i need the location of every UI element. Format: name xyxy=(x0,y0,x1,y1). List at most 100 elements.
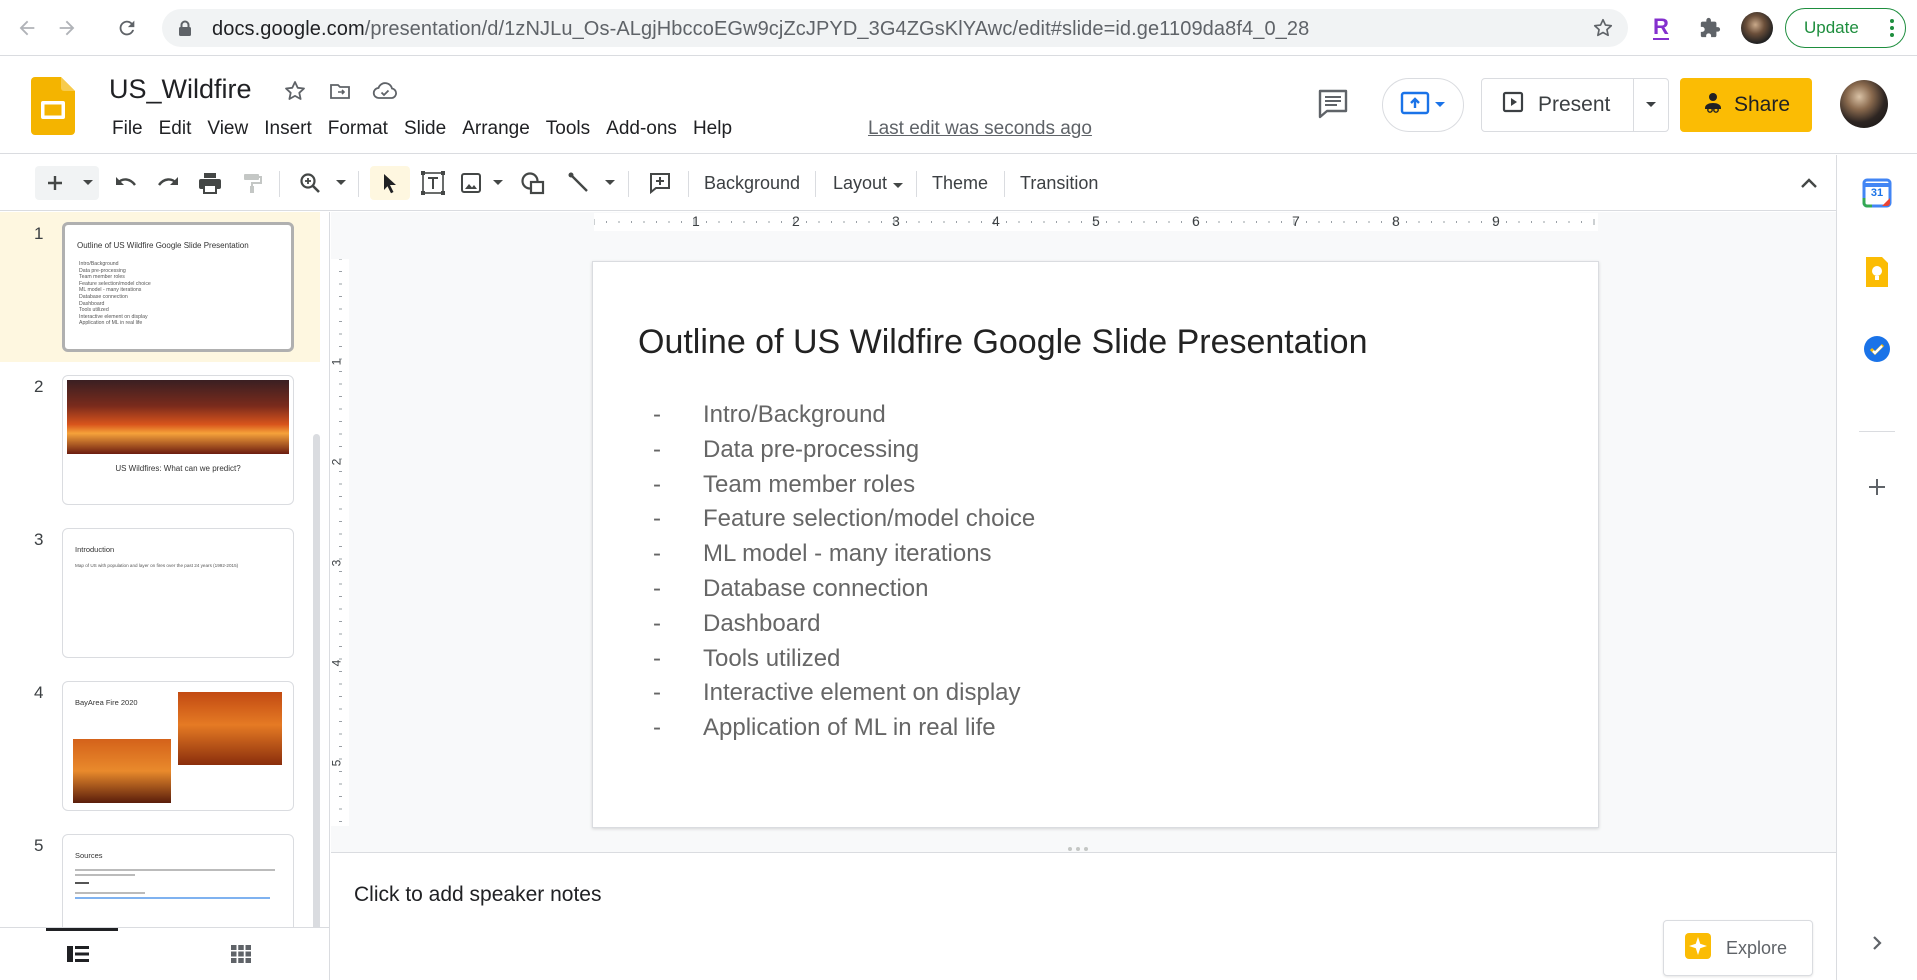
slides-logo-icon[interactable] xyxy=(31,77,75,135)
select-tool-icon[interactable] xyxy=(370,166,410,200)
extensions-puzzle-icon[interactable] xyxy=(1694,12,1726,44)
present-to-meeting-icon xyxy=(1400,91,1430,120)
redo-icon[interactable] xyxy=(152,166,184,200)
zoom-chevron-icon[interactable] xyxy=(333,166,349,200)
notes-resize-handle[interactable] xyxy=(1068,847,1088,851)
menu-edit[interactable]: Edit xyxy=(151,116,200,142)
account-avatar[interactable] xyxy=(1840,80,1888,128)
forward-icon[interactable] xyxy=(53,14,81,42)
thumbnail-bullet: Dashboard xyxy=(79,300,105,307)
get-addons-plus-icon[interactable] xyxy=(1859,469,1895,505)
menu-file[interactable]: File xyxy=(104,116,151,142)
filmstrip-scrollbar[interactable] xyxy=(313,434,320,927)
ruler-label: 7 xyxy=(1292,213,1300,229)
keep-icon[interactable] xyxy=(1859,255,1895,291)
filmstrip-view-icon[interactable] xyxy=(66,944,90,969)
star-icon[interactable] xyxy=(280,76,310,106)
insert-image-icon[interactable] xyxy=(456,166,486,200)
bookmark-star-icon[interactable] xyxy=(1592,17,1614,44)
document-title[interactable]: US_Wildfire xyxy=(107,72,254,107)
horizontal-ruler: 1 2 3 4 5 6 7 8 9 xyxy=(594,213,1598,231)
new-slide-layout-chevron-icon[interactable] xyxy=(80,166,96,200)
bullet-marker: - xyxy=(653,644,661,672)
speaker-notes-placeholder[interactable]: Click to add speaker notes xyxy=(354,883,601,907)
image-chevron-icon[interactable] xyxy=(490,166,506,200)
bullet-text: Tools utilized xyxy=(703,644,841,672)
current-slide[interactable]: Outline of US Wildfire Google Slide Pres… xyxy=(592,261,1599,828)
menu-insert[interactable]: Insert xyxy=(256,116,320,142)
shape-icon[interactable] xyxy=(516,166,550,200)
print-icon[interactable] xyxy=(194,166,226,200)
back-icon[interactable] xyxy=(13,14,41,42)
slide-thumbnail[interactable]: Introduction Map of US with population a… xyxy=(62,528,294,658)
slide-thumbnail[interactable]: BayArea Fire 2020 xyxy=(62,681,294,811)
slide-thumbnail[interactable]: Outline of US Wildfire Google Slide Pres… xyxy=(62,222,294,352)
slide-bullet: - Feature selection/model choice xyxy=(653,502,1035,537)
move-folder-icon[interactable] xyxy=(325,76,355,106)
bullet-text: Database connection xyxy=(703,574,929,602)
grid-view-icon[interactable] xyxy=(230,944,252,969)
calendar-icon[interactable]: 31 xyxy=(1859,175,1895,211)
bullet-marker: - xyxy=(653,540,661,568)
menu-add-ons[interactable]: Add-ons xyxy=(598,116,685,142)
share-label: Share xyxy=(1733,93,1791,116)
more-vert-icon[interactable] xyxy=(1889,17,1895,44)
ruler-label: 6 xyxy=(1192,213,1200,229)
theme-button[interactable]: Theme xyxy=(932,166,988,200)
text-box-icon[interactable] xyxy=(416,166,450,200)
slide-bullet-list[interactable]: - Intro/Background - Data pre-processing -… xyxy=(653,398,1035,746)
filmstrip-slide-5[interactable]: 5 Sources xyxy=(0,824,320,927)
ruler-label: 8 xyxy=(1392,213,1400,229)
menu-format[interactable]: Format xyxy=(320,116,396,142)
thumbnail-title: Introduction xyxy=(75,545,115,554)
slide-title[interactable]: Outline of US Wildfire Google Slide Pres… xyxy=(638,323,1367,362)
menu-arrange[interactable]: Arrange xyxy=(454,116,538,142)
layout-button[interactable]: Layout xyxy=(833,166,904,200)
bullet-text: Team member roles xyxy=(703,470,916,498)
meet-present-button[interactable] xyxy=(1382,78,1464,132)
slide-thumbnail[interactable]: Sources xyxy=(62,834,294,927)
profile-avatar[interactable] xyxy=(1741,12,1773,44)
address-bar[interactable]: docs.google.com/presentation/d/1zNJLu_Os… xyxy=(162,9,1628,47)
present-label: Present xyxy=(1538,93,1611,116)
explore-button[interactable]: Explore xyxy=(1663,920,1813,976)
undo-icon[interactable] xyxy=(110,166,142,200)
thumbnail-bullet: Application of ML in real life xyxy=(79,320,143,327)
collapse-toolbar-chevron-up-icon[interactable] xyxy=(1792,166,1826,200)
filmstrip-slide-4[interactable]: 4 BayArea Fire 2020 xyxy=(0,671,320,821)
share-button[interactable]: Share xyxy=(1680,78,1812,132)
background-button[interactable]: Background xyxy=(704,166,800,200)
paint-format-icon[interactable] xyxy=(236,166,268,200)
slide-bullet: - Data pre-processing xyxy=(653,433,1035,468)
cloud-saved-icon[interactable] xyxy=(370,76,400,106)
line-chevron-icon[interactable] xyxy=(602,166,618,200)
last-edit-link[interactable]: Last edit was seconds ago xyxy=(868,118,1092,140)
menu-tools[interactable]: Tools xyxy=(538,116,598,142)
present-options-chevron-icon[interactable] xyxy=(1634,79,1668,131)
ruler-label: 1 xyxy=(329,358,344,366)
reload-icon[interactable] xyxy=(113,14,141,42)
present-button[interactable]: Present xyxy=(1482,79,1634,131)
filmstrip-slide-2[interactable]: 2 US Wildfires: What can we predict? xyxy=(0,365,320,515)
bullet-marker: - xyxy=(653,714,661,742)
line-icon[interactable] xyxy=(562,166,596,200)
add-comment-icon[interactable] xyxy=(643,166,677,200)
slide-bullet: - Database connection xyxy=(653,572,1035,607)
extension-r-icon[interactable]: R xyxy=(1645,12,1677,44)
calendar-day: 31 xyxy=(1870,187,1884,199)
filmstrip-slide-1[interactable]: 1 Outline of US Wildfire Google Slide Pr… xyxy=(0,212,320,362)
transition-button[interactable]: Transition xyxy=(1020,166,1098,200)
expand-panel-chevron-right-icon[interactable] xyxy=(1859,925,1895,961)
tasks-icon[interactable] xyxy=(1859,331,1895,367)
slide-thumbnail[interactable]: US Wildfires: What can we predict? xyxy=(62,375,294,505)
ruler-label: 3 xyxy=(892,213,900,229)
zoom-icon[interactable] xyxy=(293,166,327,200)
filmstrip-slide-3[interactable]: 3 Introduction Map of US with population… xyxy=(0,518,320,668)
menu-slide[interactable]: Slide xyxy=(396,116,454,142)
thumbnail-bullet: Database connection xyxy=(79,293,128,300)
update-button[interactable]: Update xyxy=(1785,8,1906,48)
comment-history-icon[interactable] xyxy=(1315,86,1351,122)
speaker-notes[interactable]: Click to add speaker notes xyxy=(331,847,1836,980)
menu-help[interactable]: Help xyxy=(685,116,740,142)
menu-view[interactable]: View xyxy=(199,116,256,142)
